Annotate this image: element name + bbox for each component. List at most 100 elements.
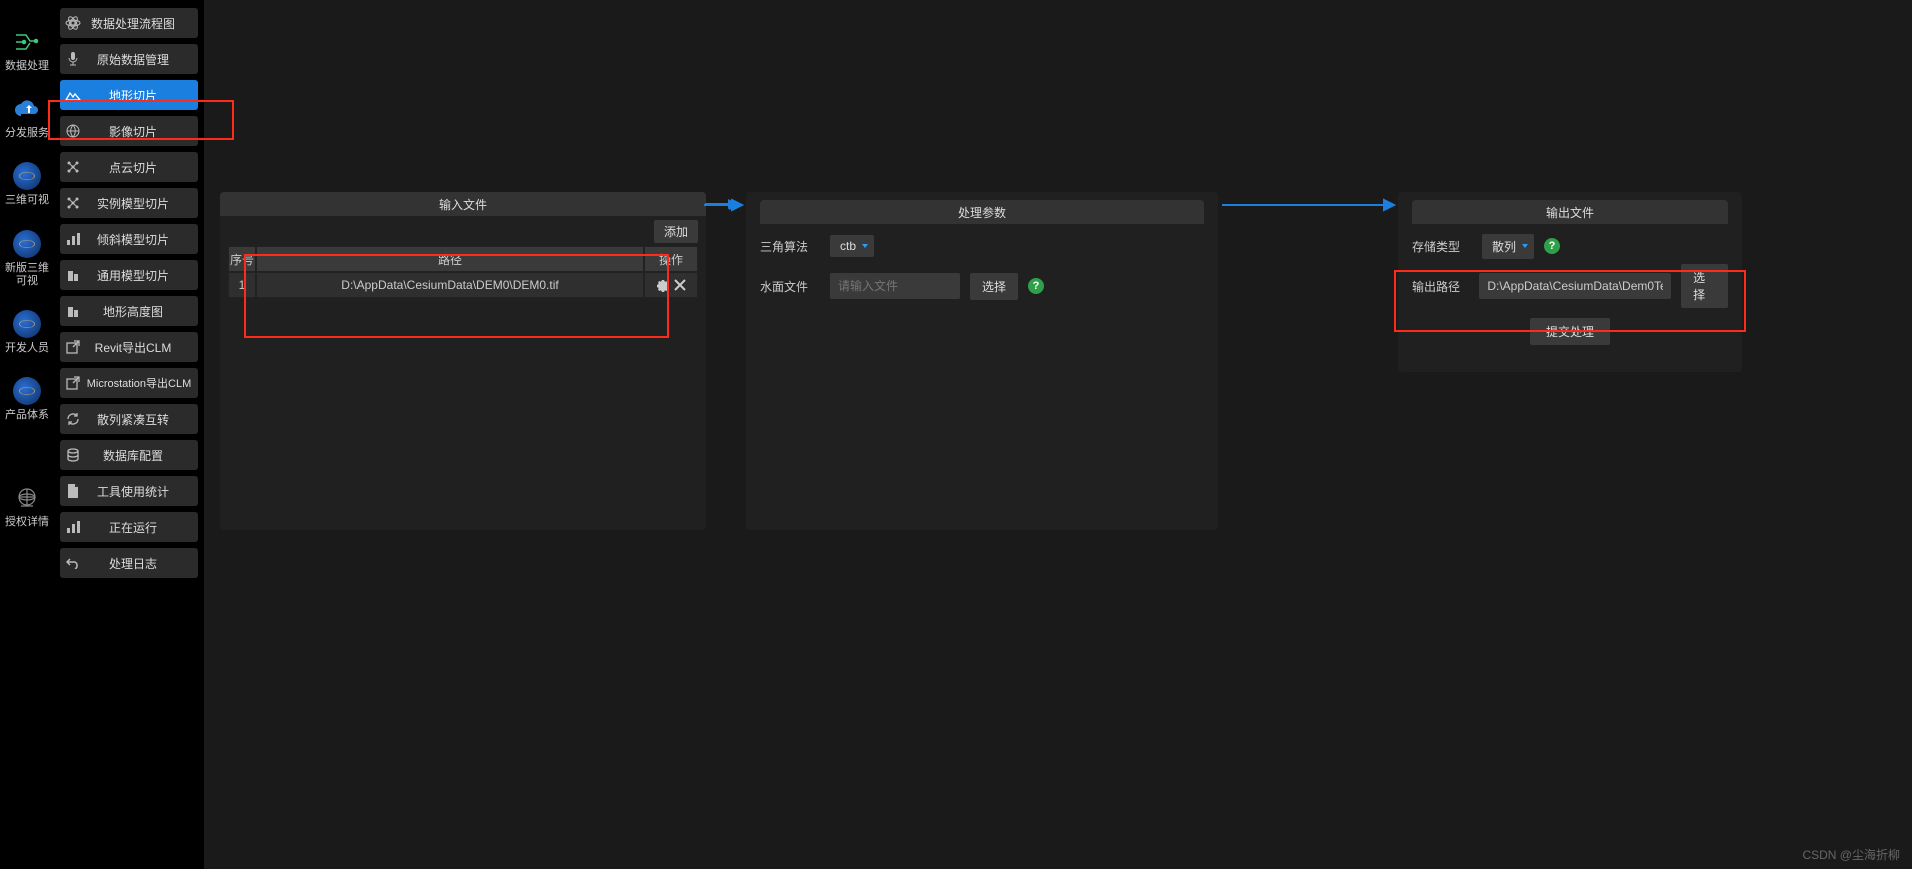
rail-label: 产品体系 (5, 409, 49, 422)
rail-label: 开发人员 (5, 342, 49, 355)
main-area: 输入文件 添加 序号 路径 操作 1 D:\AppData\CesiumData… (204, 0, 1912, 869)
subnav-label: 数据处理流程图 (86, 15, 198, 32)
subnav-label: 处理日志 (86, 555, 198, 572)
rail-label: 三维可视 (5, 194, 49, 207)
rail-new-3d[interactable]: 新版三维可视 (0, 222, 54, 296)
subnav-stats[interactable]: 工具使用统计 (60, 476, 198, 506)
refresh-icon (60, 404, 86, 434)
cell-idx: 1 (228, 272, 256, 298)
left-rail: 数据处理 分发服务 三维可视 新版三维可视 开发人员 产品体系 授权详情 (0, 0, 54, 869)
subnav-label: 实例模型切片 (86, 195, 198, 212)
select-button[interactable]: 选择 (1681, 264, 1728, 308)
tri-label: 三角算法 (760, 238, 820, 255)
subnav-flow[interactable]: 数据处理流程图 (60, 8, 198, 38)
subnav-label: 正在运行 (86, 519, 198, 536)
earth-icon (13, 230, 41, 258)
help-icon[interactable]: ? (1544, 238, 1560, 254)
rail-3d[interactable]: 三维可视 (0, 154, 54, 215)
subnav-raw[interactable]: 原始数据管理 (60, 44, 198, 74)
subnav-label: 散列紧凑互转 (86, 411, 198, 428)
undo-icon (60, 548, 86, 578)
doc-icon (60, 476, 86, 506)
outpath-label: 输出路径 (1412, 278, 1469, 295)
network-icon (60, 188, 86, 218)
subnav-revit[interactable]: Revit导出CLM (60, 332, 198, 362)
subnav-pointcloud[interactable]: 点云切片 (60, 152, 198, 182)
network-icon (60, 152, 86, 182)
add-button[interactable]: 添加 (654, 220, 698, 243)
subnav-micro[interactable]: Microstation导出CLM (60, 368, 198, 398)
database-icon (60, 440, 86, 470)
subnav-log[interactable]: 处理日志 (60, 548, 198, 578)
subnav-label: 地形高度图 (86, 303, 198, 320)
rail-license[interactable]: 授权详情 (0, 476, 54, 537)
table-row: 1 D:\AppData\CesiumData\DEM0\DEM0.tif (228, 272, 698, 298)
storage-dropdown[interactable]: 散列 (1482, 234, 1534, 259)
subnav-convert[interactable]: 散列紧凑互转 (60, 404, 198, 434)
rail-label: 新版三维可视 (0, 262, 54, 288)
export-icon (60, 332, 86, 362)
subnav-label: Revit导出CLM (86, 339, 198, 356)
circuit-icon (13, 28, 41, 56)
gear-icon[interactable] (656, 278, 670, 292)
subnav-label: 原始数据管理 (86, 51, 198, 68)
subnav-label: 点云切片 (86, 159, 198, 176)
subnav-oblique[interactable]: 倾斜模型切片 (60, 224, 198, 254)
panel-title: 输入文件 (220, 192, 706, 216)
building-icon (60, 296, 86, 326)
water-label: 水面文件 (760, 278, 820, 295)
select-button[interactable]: 选择 (970, 273, 1018, 300)
rail-product[interactable]: 产品体系 (0, 369, 54, 430)
panel-title: 输出文件 (1412, 200, 1728, 224)
subnav-db[interactable]: 数据库配置 (60, 440, 198, 470)
rail-data-process[interactable]: 数据处理 (0, 20, 54, 81)
input-files-panel: 输入文件 添加 序号 路径 操作 1 D:\AppData\CesiumData… (220, 192, 706, 530)
rail-label: 数据处理 (5, 60, 49, 73)
close-icon[interactable] (674, 279, 686, 291)
mic-icon (60, 44, 86, 74)
globe-icon (60, 116, 86, 146)
subnav-running[interactable]: 正在运行 (60, 512, 198, 542)
col-header-path: 路径 (256, 246, 644, 272)
subnav-label: 通用模型切片 (86, 267, 198, 284)
bar-icon (60, 512, 86, 542)
help-icon[interactable]: ? (1028, 278, 1044, 294)
subnav-heightmap[interactable]: 地形高度图 (60, 296, 198, 326)
watermark: CSDN @尘海折柳 (1802, 846, 1900, 863)
output-panel: 输出文件 存储类型 散列 ? 输出路径 选择 提交处理 (1398, 192, 1742, 372)
subnav-image-tile[interactable]: 影像切片 (60, 116, 198, 146)
col-header-idx: 序号 (228, 246, 256, 272)
cell-op (644, 272, 698, 298)
subnav-label: 影像切片 (86, 123, 198, 140)
earth-icon (13, 162, 41, 190)
cell-path: D:\AppData\CesiumData\DEM0\DEM0.tif (256, 272, 644, 298)
subnav-instance[interactable]: 实例模型切片 (60, 188, 198, 218)
cloud-up-icon (13, 95, 41, 123)
col-header-op: 操作 (644, 246, 698, 272)
earth-icon (13, 310, 41, 338)
tri-dropdown[interactable]: ctb (830, 235, 874, 257)
rail-dev[interactable]: 开发人员 (0, 302, 54, 363)
building-icon (60, 260, 86, 290)
earth-icon (13, 377, 41, 405)
subnav-terrain-tile[interactable]: 地形切片 (60, 80, 198, 110)
subnav-label: Microstation导出CLM (86, 375, 198, 391)
panel-title: 处理参数 (760, 200, 1204, 224)
submit-button[interactable]: 提交处理 (1530, 318, 1610, 345)
rail-label: 授权详情 (5, 516, 49, 529)
subnav-label: 工具使用统计 (86, 483, 198, 500)
water-input[interactable] (830, 273, 960, 299)
storage-label: 存储类型 (1412, 238, 1472, 255)
subnav-label: 倾斜模型切片 (86, 231, 198, 248)
subnav-label: 地形切片 (86, 87, 198, 104)
subnav-label: 数据库配置 (86, 447, 198, 464)
subnav-general[interactable]: 通用模型切片 (60, 260, 198, 290)
arrow-head-icon (728, 199, 738, 209)
export-icon (60, 368, 86, 398)
rail-label: 分发服务 (5, 127, 49, 140)
params-panel: 处理参数 三角算法 ctb 水面文件 选择 ? (746, 192, 1218, 530)
rail-distribute[interactable]: 分发服务 (0, 87, 54, 148)
outpath-input[interactable] (1479, 273, 1671, 299)
terrain-icon (60, 80, 86, 110)
file-table: 序号 路径 操作 1 D:\AppData\CesiumData\DEM0\DE… (228, 246, 698, 298)
